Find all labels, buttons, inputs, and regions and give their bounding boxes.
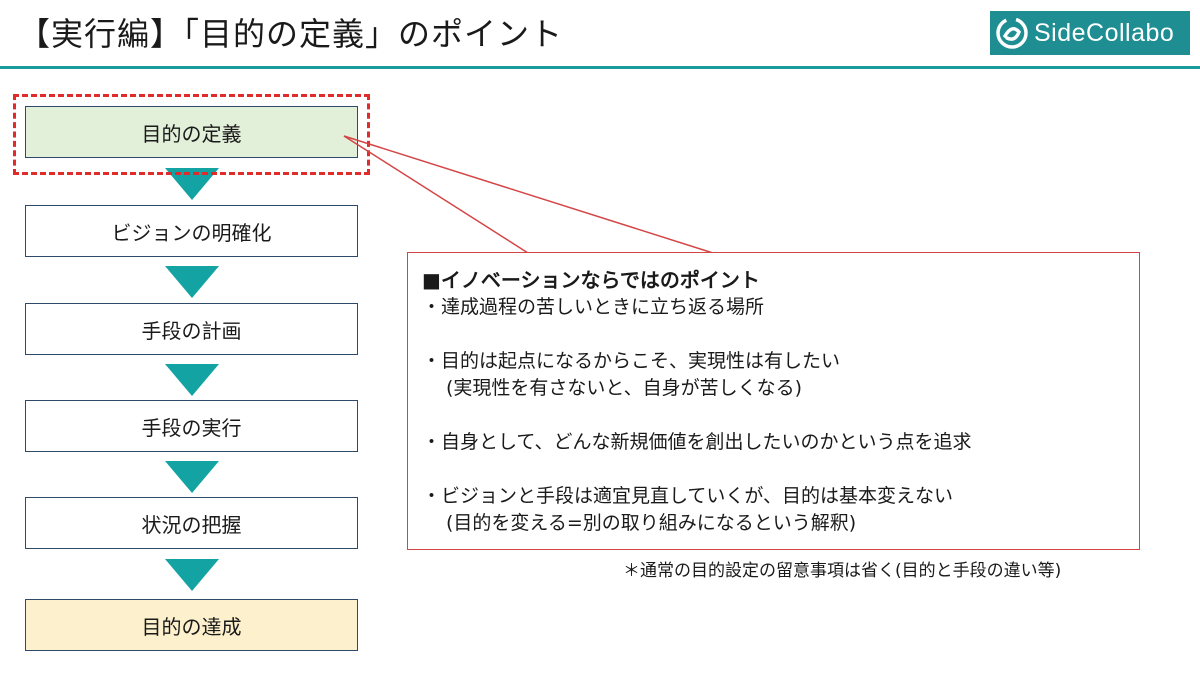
callout-point-note: (実現性を有さないと、自身が苦しくなる) bbox=[446, 377, 803, 399]
callout-box: ■イノベーションならではのポイント ・達成過程の苦しいときに立ち返る場所 ・目的… bbox=[407, 252, 1140, 550]
callout-point: ・自身として、どんな新規価値を創出したいのかという点を追求 bbox=[422, 431, 972, 453]
callout-point: ・達成過程の苦しいときに立ち返る場所 bbox=[422, 296, 765, 318]
callout-point-note: (目的を変える=別の取り組みになるという解釈) bbox=[446, 512, 857, 534]
callout-point: ・ビジョンと手段は適宜見直していくが、目的は基本変えない bbox=[422, 485, 954, 507]
callout-point: ・目的は起点になるからこそ、実現性は有したい bbox=[422, 350, 841, 372]
footnote: ＊通常の目的設定の留意事項は省く(目的と手段の違い等) bbox=[623, 561, 1062, 581]
callout-heading: ■イノベーションならではのポイント bbox=[422, 268, 760, 292]
